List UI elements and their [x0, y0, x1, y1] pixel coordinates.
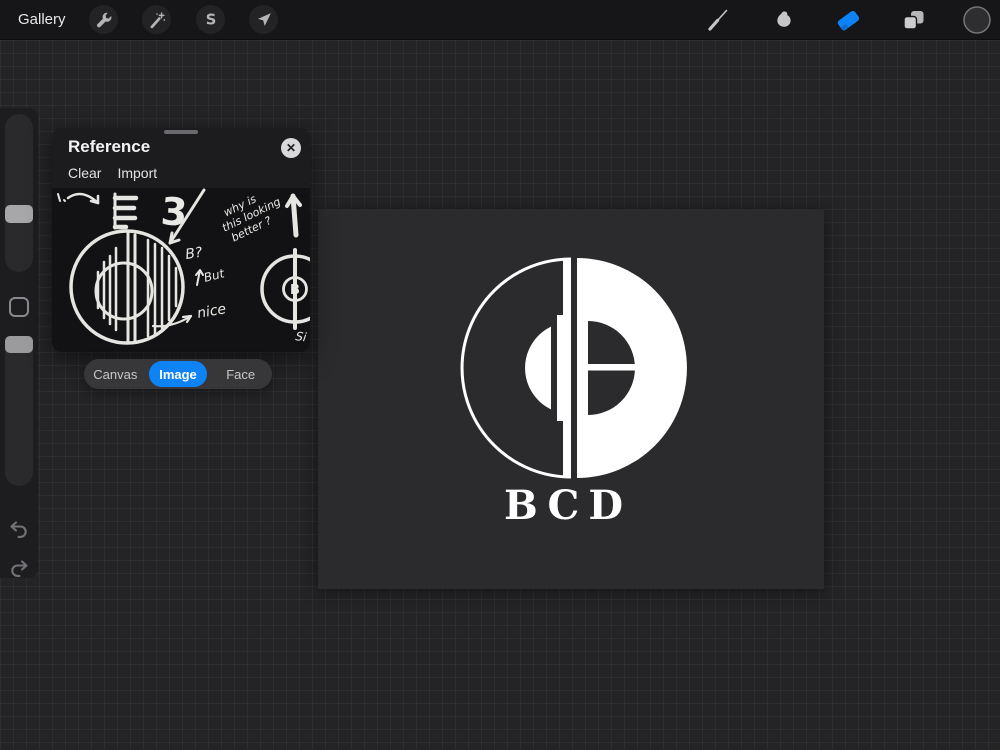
wrench-icon [93, 9, 115, 31]
actions-button[interactable] [89, 5, 118, 34]
close-icon: ✕ [286, 142, 296, 154]
drawing-canvas[interactable]: BCD [318, 209, 824, 589]
logo-center-bar-step [557, 315, 571, 421]
sketch-number-three: 3 [159, 189, 188, 235]
bcd-logo-artwork: BCD [318, 209, 824, 589]
tab-image[interactable]: Image [149, 361, 208, 387]
selection-s-icon: S [200, 9, 222, 31]
smudge-tool-button[interactable] [768, 5, 798, 35]
layers-icon [900, 7, 926, 33]
opacity-handle[interactable] [5, 336, 33, 353]
redo-button[interactable] [7, 556, 31, 580]
sketch-note-but: But [202, 266, 227, 285]
adjustments-button[interactable] [142, 5, 171, 34]
reference-panel: Reference ✕ Clear Import [52, 128, 310, 352]
eraser-icon [834, 6, 862, 34]
tab-canvas[interactable]: Canvas [86, 361, 145, 387]
tab-face[interactable]: Face [211, 361, 270, 387]
logo-inner-stripe [585, 364, 637, 371]
undo-button[interactable] [7, 517, 31, 541]
sketch-note-b: B? [184, 245, 204, 263]
drag-handle[interactable] [164, 130, 198, 134]
paint-brush-icon [705, 7, 731, 33]
logo-wordmark: BCD [504, 482, 632, 529]
logo-left-arc [462, 259, 571, 477]
transform-arrow-icon [253, 9, 275, 31]
eraser-tool-button[interactable] [833, 5, 863, 35]
import-button[interactable]: Import [117, 165, 157, 181]
gallery-button[interactable]: Gallery [18, 0, 66, 40]
clear-button[interactable]: Clear [68, 165, 101, 181]
paint-tool-button[interactable] [703, 5, 733, 35]
modify-button[interactable] [9, 297, 29, 317]
top-toolbar: Gallery S [0, 0, 1000, 40]
close-button[interactable]: ✕ [281, 138, 301, 158]
sidebar [0, 108, 38, 578]
logo-inner-left-segment [525, 327, 551, 410]
redo-icon [7, 556, 31, 580]
smudge-finger-icon [770, 7, 796, 33]
reference-tabbar: Canvas Image Face [84, 359, 272, 389]
sketch-drawing: 3 why is this looking better ? B? But ni… [52, 188, 310, 352]
undo-icon [7, 517, 31, 541]
sketch-note-si: Si [295, 329, 308, 344]
reference-title: Reference [68, 137, 150, 157]
selection-button[interactable]: S [196, 5, 225, 34]
workspace: BCD Reference ✕ Clear [0, 40, 1000, 750]
selection-glyph: S [205, 11, 216, 28]
reference-image[interactable]: 3 why is this looking better ? B? But ni… [52, 188, 310, 352]
brush-size-handle[interactable] [5, 205, 33, 223]
magic-wand-icon [146, 9, 168, 31]
reference-actions: Clear Import [68, 165, 157, 181]
sketch-circle-letter: B [290, 283, 300, 298]
opacity-slider[interactable] [5, 338, 33, 486]
brush-size-slider[interactable] [5, 114, 33, 272]
transform-button[interactable] [249, 5, 278, 34]
color-button[interactable] [962, 5, 992, 35]
layers-button[interactable] [898, 5, 928, 35]
color-swatch [962, 5, 992, 35]
sketch-note-nice: nice [196, 301, 227, 322]
